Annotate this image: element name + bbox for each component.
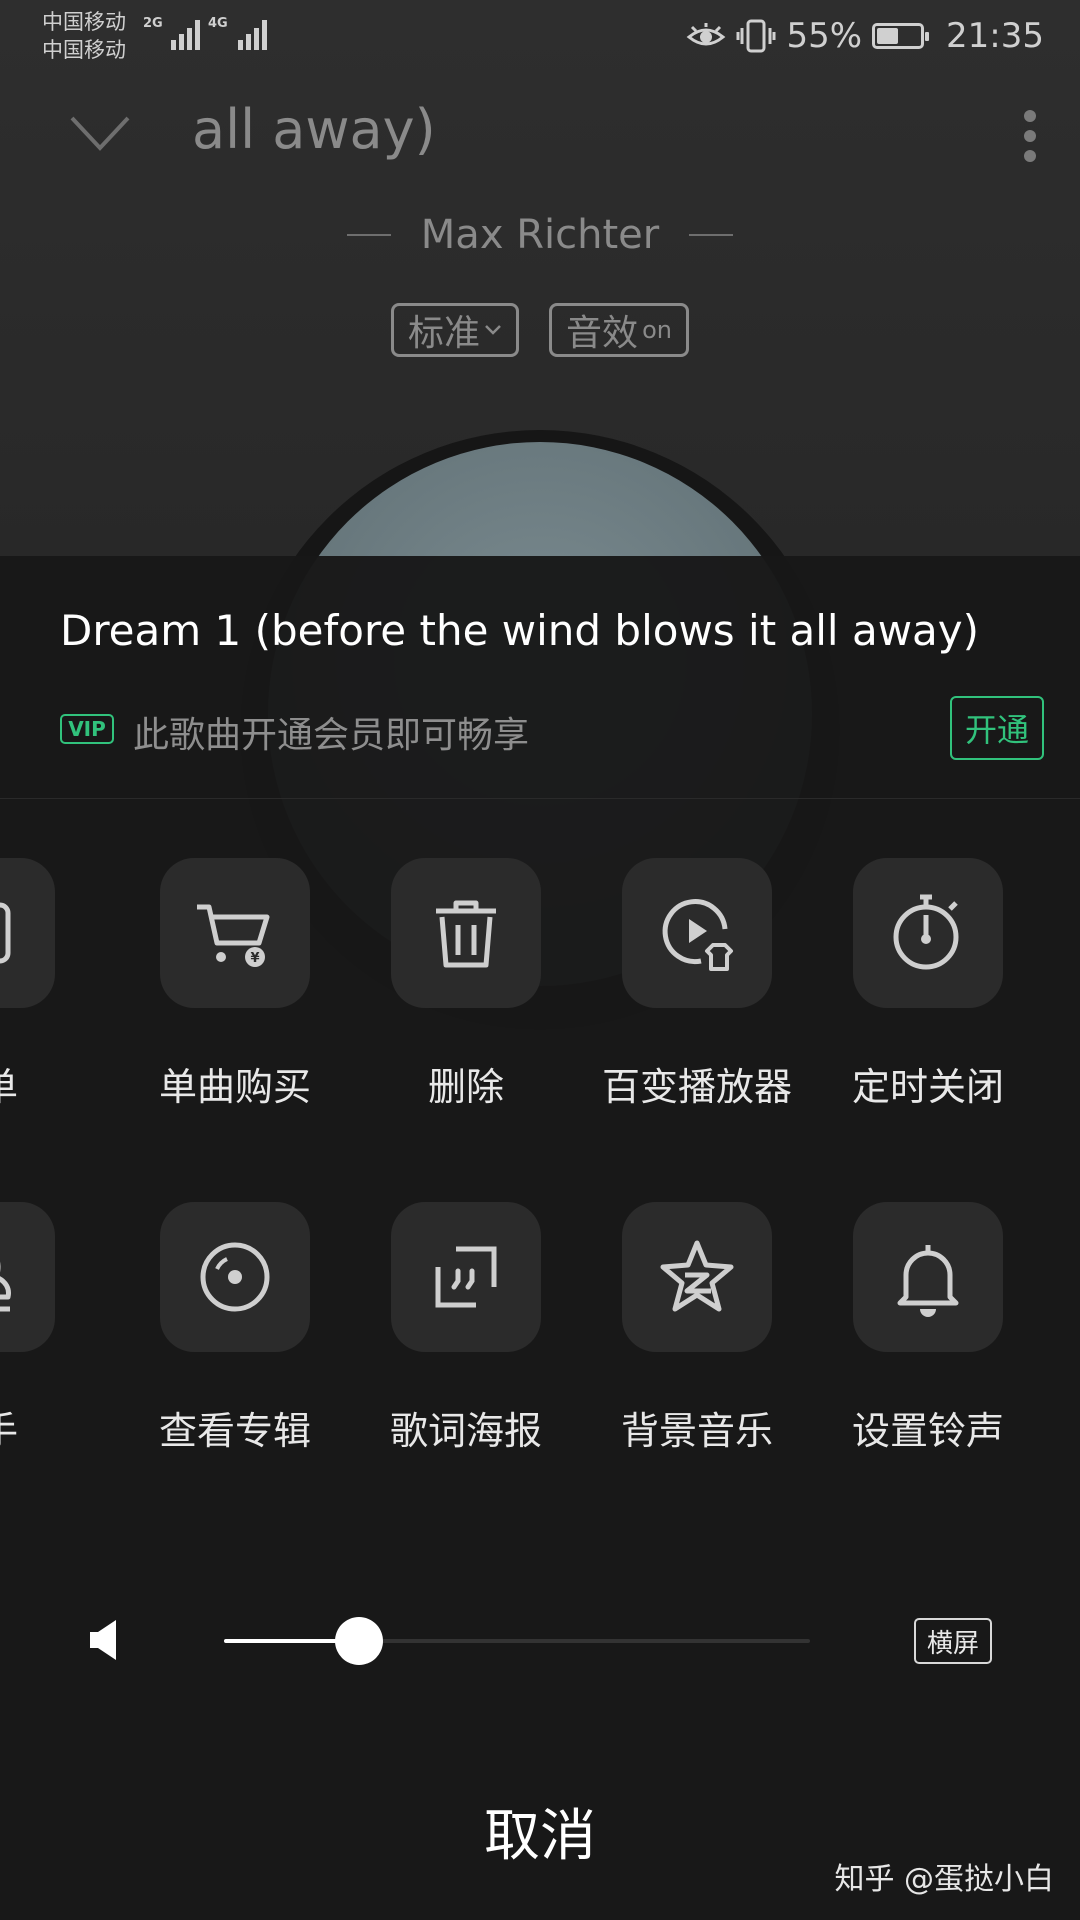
landscape-button[interactable]: 横屏 <box>914 1618 992 1664</box>
action-sleep-timer[interactable]: 定时关闭 <box>823 858 1033 1118</box>
album-icon <box>200 1242 270 1312</box>
action-label: 百变播放器 <box>601 1065 792 1109</box>
vip-text: 此歌曲开通会员即可畅享 <box>133 715 530 756</box>
player-song-title: all away) <box>192 98 436 161</box>
timer-icon <box>893 894 959 970</box>
tile <box>391 1202 541 1352</box>
sound-effect-chip[interactable]: 音效 on <box>549 303 689 357</box>
action-label: 单曲购买 <box>158 1065 311 1109</box>
tile <box>622 1202 772 1352</box>
lyrics-poster-icon <box>435 1246 497 1308</box>
tile <box>0 1202 55 1352</box>
volume-row: 横屏 <box>0 1606 1080 1676</box>
battery-level <box>877 28 899 44</box>
sound-effect-state: on <box>642 316 672 344</box>
action-add-to-playlist[interactable]: 歌单 <box>0 858 85 1118</box>
open-vip-button[interactable]: 开通 <box>950 696 1044 760</box>
action-player-skin[interactable]: 百变播放器 <box>592 858 802 1118</box>
divider <box>0 798 1080 799</box>
tile: ¥ <box>160 858 310 1008</box>
tile <box>391 858 541 1008</box>
chevron-down-small-icon <box>485 325 501 335</box>
sound-effect-label: 音效 <box>566 313 639 354</box>
player-chips: 标准 音效 on <box>0 303 1080 359</box>
player-header: all away) <box>0 90 1080 190</box>
action-singer[interactable]: 歌手 <box>0 1202 85 1462</box>
eye-comfort-icon <box>687 23 726 46</box>
action-label: 歌手 <box>0 1400 105 1455</box>
action-label: 查看专辑 <box>158 1409 311 1453</box>
tile <box>160 1202 310 1352</box>
tile <box>853 1202 1003 1352</box>
status-bar: 中国移动 中国移动 2G 4G 55% 21:35 <box>0 0 1080 80</box>
add-to-playlist-icon <box>0 902 11 964</box>
qzone-star-icon <box>660 1240 734 1312</box>
trash-icon <box>436 900 496 968</box>
artist-row: Max Richter <box>0 210 1080 260</box>
vip-row: VIP 此歌曲开通会员即可畅享 开通 <box>60 696 1044 764</box>
volume-slider[interactable] <box>224 1617 810 1665</box>
tile <box>0 858 55 1008</box>
actions-row-1: 歌单 ¥ 单曲购买 <box>0 858 1080 1118</box>
shopping-cart-icon: ¥ <box>197 904 270 967</box>
speaker-icon <box>90 1620 116 1660</box>
quality-chip-label: 标准 <box>408 313 481 354</box>
song-actions-sheet: Dream 1 (before the wind blows it all aw… <box>0 556 1080 1920</box>
clock: 21:35 <box>946 16 1044 56</box>
actions-row-2: 歌手 查看专辑 歌词海 <box>0 1202 1080 1462</box>
action-label: 歌单 <box>0 1056 105 1111</box>
action-label: 设置铃声 <box>851 1409 1004 1453</box>
action-label: 定时关闭 <box>851 1065 1004 1109</box>
watermark: 知乎 @蛋挞小白 <box>834 1862 1054 1897</box>
status-right: 55% 21:35 <box>686 14 1044 58</box>
action-label: 歌词海报 <box>389 1409 542 1453</box>
artist-dash-right <box>689 234 734 236</box>
singer-icon <box>0 1262 11 1312</box>
vip-badge: VIP <box>60 714 114 744</box>
action-set-ringtone[interactable]: 设置铃声 <box>823 1202 1033 1462</box>
more-vertical-icon[interactable] <box>1022 108 1038 164</box>
carrier-1: 中国移动 <box>42 10 126 34</box>
bell-icon <box>897 1245 959 1317</box>
action-buy-single[interactable]: ¥ 单曲购买 <box>130 858 340 1118</box>
vibrate-icon <box>736 19 776 53</box>
volume-knob[interactable] <box>334 1617 383 1665</box>
chevron-down-icon[interactable] <box>68 112 132 156</box>
action-label: 背景音乐 <box>620 1409 773 1453</box>
player-skin-icon <box>662 899 733 971</box>
action-background-music[interactable]: 背景音乐 <box>592 1202 802 1462</box>
quality-chip[interactable]: 标准 <box>391 303 520 357</box>
tile <box>622 858 772 1008</box>
carrier-2: 中国移动 <box>42 38 126 62</box>
sheet-song-title: Dream 1 (before the wind blows it all aw… <box>60 606 980 655</box>
tile <box>853 858 1003 1008</box>
battery-icon <box>872 23 930 49</box>
action-view-album[interactable]: 查看专辑 <box>130 1202 340 1462</box>
carrier-labels: 中国移动 中国移动 <box>42 8 126 64</box>
battery-percent: 55% <box>786 16 863 56</box>
action-label: 删除 <box>427 1065 504 1109</box>
screen: 中国移动 中国移动 2G 4G 55% 21:35 all away) Max … <box>0 0 1080 1920</box>
svg-text:¥: ¥ <box>250 951 259 966</box>
action-lyrics-poster[interactable]: 歌词海报 <box>361 1202 571 1462</box>
artist-dash-left <box>346 234 391 236</box>
artist-name[interactable]: Max Richter <box>421 212 659 258</box>
action-delete[interactable]: 删除 <box>361 858 571 1118</box>
